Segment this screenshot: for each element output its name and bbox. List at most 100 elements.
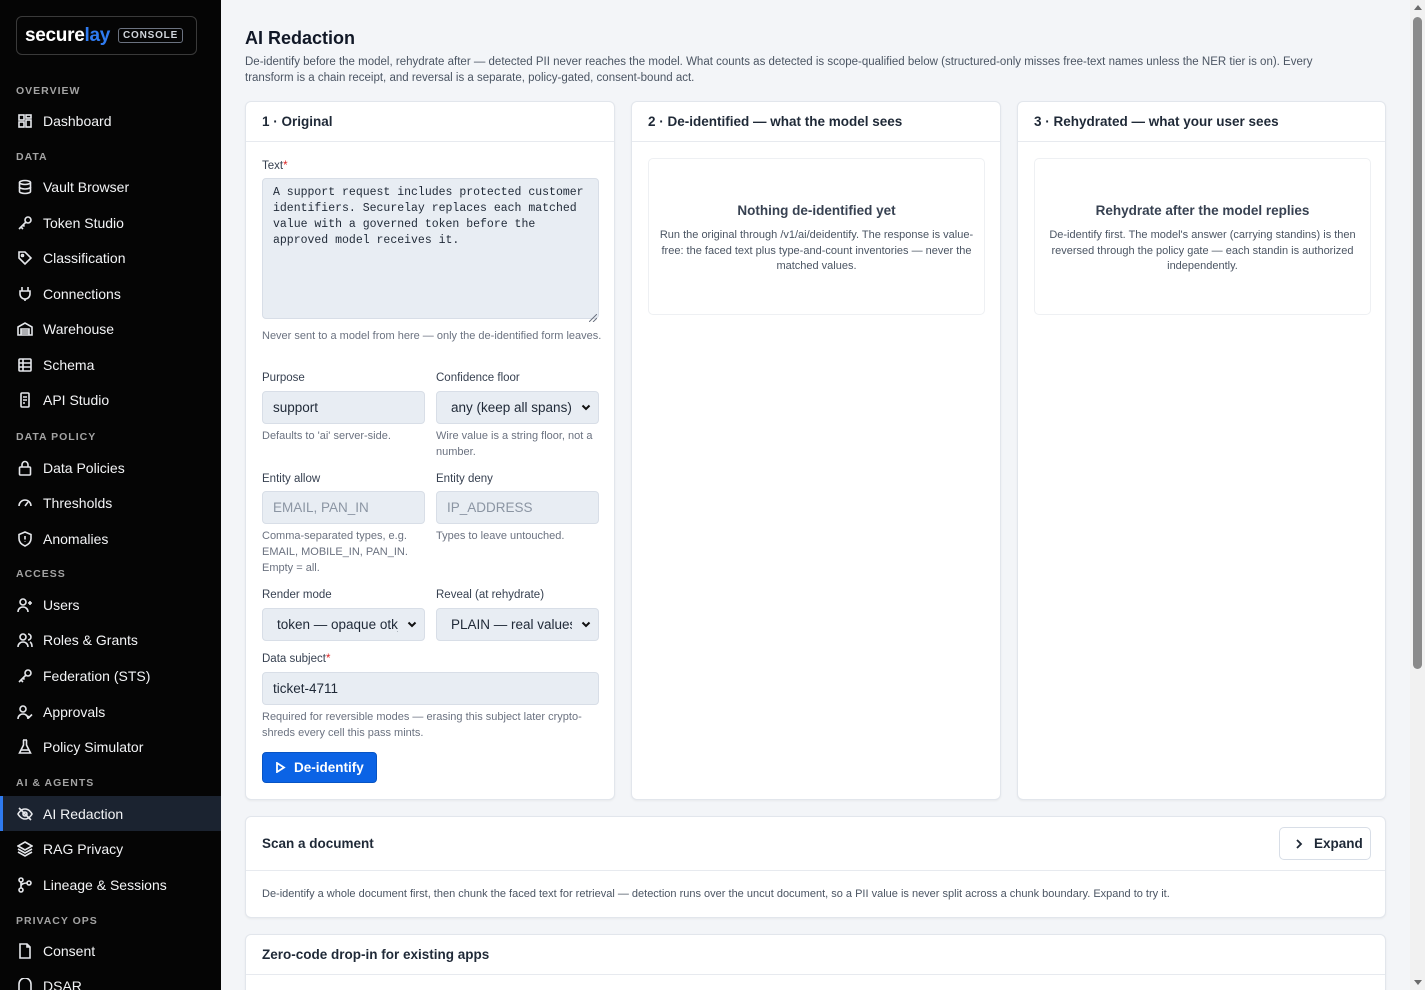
sidebar-item-rag-privacy[interactable]: RAG Privacy — [0, 831, 221, 866]
purpose-label: Purpose — [262, 372, 305, 384]
sidebar-item-label: Warehouse — [43, 320, 115, 337]
section-label-data: DATA — [16, 151, 48, 163]
chevron-down-icon — [580, 618, 592, 630]
original-card-title: 1 · Original — [246, 102, 614, 142]
sidebar-item-approvals[interactable]: Approvals — [0, 694, 221, 729]
layers-icon — [17, 840, 33, 857]
sidebar-item-label: Lineage & Sessions — [43, 876, 167, 893]
reveal-select[interactable]: PLAIN — real values — [436, 608, 599, 641]
sidebar-item-label: Federation (STS) — [43, 667, 151, 684]
text-label: Text* — [262, 160, 288, 172]
sidebar-item-dsar[interactable]: DSAR — [0, 968, 221, 990]
database-icon — [17, 179, 33, 195]
sidebar-item-data-policies[interactable]: Data Policies — [0, 450, 221, 485]
confidence-value: any (keep all spans) — [451, 400, 572, 415]
sidebar-item-connections[interactable]: Connections — [0, 276, 221, 311]
sidebar-item-label: Vault Browser — [43, 178, 130, 195]
sidebar-item-label: Roles & Grants — [43, 631, 138, 648]
sidebar-item-label: Schema — [43, 356, 95, 373]
deidentified-empty-state: Nothing de-identified yet Run the origin… — [648, 158, 985, 315]
scroll-up-arrow-icon[interactable] — [1414, 5, 1422, 10]
sidebar-item-anomalies[interactable]: Anomalies — [0, 521, 221, 556]
page-scrollbar[interactable] — [1410, 0, 1425, 990]
sidebar-item-ai-redaction[interactable]: AI Redaction — [0, 796, 221, 831]
confidence-help: Wire value is a string floor, not a numb… — [436, 430, 593, 458]
sidebar-item-schema[interactable]: Schema — [0, 347, 221, 382]
sidebar-item-label: Connections — [43, 285, 121, 302]
main-content: AI Redaction De-identify before the mode… — [221, 0, 1410, 990]
sidebar-item-vault-browser[interactable]: Vault Browser — [0, 169, 221, 204]
deidentified-card: 2 · De-identified — what the model sees … — [631, 101, 1001, 800]
sidebar-item-consent[interactable]: Consent — [0, 933, 221, 968]
sidebar-item-thresholds[interactable]: Thresholds — [0, 485, 221, 520]
sidebar-item-policy-simulator[interactable]: Policy Simulator — [0, 729, 221, 764]
sidebar-item-dashboard[interactable]: Dashboard — [0, 103, 221, 138]
lineage-icon — [17, 876, 33, 893]
table-icon — [17, 357, 33, 373]
sidebar-item-label: Data Policies — [43, 459, 125, 476]
logo[interactable]: securelay CONSOLE — [16, 16, 197, 55]
entity-deny-input[interactable]: IP_ADDRESS — [436, 491, 599, 524]
sidebar-item-warehouse[interactable]: Warehouse — [0, 311, 221, 346]
user-plus-icon — [17, 597, 33, 613]
entity-allow-input[interactable]: EMAIL, PAN_IN — [262, 491, 425, 524]
entity-allow-help: Comma-separated types, e.g. EMAIL, MOBIL… — [262, 530, 408, 574]
rehydrated-empty-title: Rehydrate after the model replies — [1095, 203, 1310, 218]
sidebar-item-label: Anomalies — [43, 530, 109, 547]
page-title: AI Redaction — [245, 28, 356, 48]
flask-icon — [17, 738, 33, 755]
sidebar-item-lineage-sessions[interactable]: Lineage & Sessions — [0, 867, 221, 902]
scroll-thumb[interactable] — [1413, 17, 1422, 669]
section-label-overview: OVERVIEW — [16, 85, 81, 97]
render-mode-select[interactable]: token — opaque otk_ — [262, 608, 425, 641]
document-icon — [17, 942, 33, 959]
scroll-down-arrow-icon[interactable] — [1414, 980, 1422, 985]
deidentify-button[interactable]: De-identify — [262, 752, 377, 783]
entity-allow-label: Entity allow — [262, 473, 321, 485]
tag-icon — [17, 250, 33, 266]
alert-shield-icon — [17, 530, 33, 547]
rehydrated-card: 3 · Rehydrated — what your user sees Reh… — [1017, 101, 1386, 800]
reveal-label: Reveal (at rehydrate) — [436, 589, 545, 601]
console-badge: CONSOLE — [117, 28, 184, 43]
purpose-input[interactable]: support — [262, 391, 425, 424]
data-subject-input[interactable]: ticket-4711 — [262, 672, 599, 705]
sidebar-item-label: Token Studio — [43, 214, 124, 231]
page-description: De-identify before the model, rehydrate … — [245, 56, 1313, 84]
dropin-card: Zero-code drop-in for existing apps — [245, 934, 1386, 990]
resize-handle[interactable] — [588, 309, 598, 323]
reveal-value: PLAIN — real values — [451, 617, 572, 632]
sidebar-item-label: AI Redaction — [43, 805, 124, 822]
sidebar-item-token-studio[interactable]: Token Studio — [0, 205, 221, 240]
section-label-data-policy: DATA POLICY — [16, 431, 97, 443]
sidebar-item-federation[interactable]: Federation (STS) — [0, 658, 221, 693]
confidence-label: Confidence floor — [436, 372, 520, 384]
sidebar-item-label: Policy Simulator — [43, 738, 144, 755]
text-help: Never sent to a model from here — only t… — [262, 330, 602, 342]
rehydrated-empty-body: De-identify first. The model's answer (c… — [1049, 229, 1356, 272]
render-mode-label: Render mode — [262, 589, 332, 601]
warehouse-icon — [17, 321, 33, 337]
original-text-input[interactable]: A support request includes protected cus… — [262, 178, 599, 319]
sidebar-item-roles-grants[interactable]: Roles & Grants — [0, 622, 221, 657]
sidebar: securelay CONSOLE OVERVIEW Dashboard DAT… — [0, 0, 221, 990]
sidebar-item-label: Dashboard — [43, 112, 112, 129]
scan-document-body: De-identify a whole document first, then… — [262, 888, 1170, 900]
entity-deny-help: Types to leave untouched. — [436, 530, 565, 542]
key-icon — [17, 215, 33, 231]
sidebar-item-label: DSAR — [43, 977, 82, 990]
sidebar-item-users[interactable]: Users — [0, 587, 221, 622]
scan-document-title: Scan a document — [246, 817, 1385, 871]
expand-button[interactable]: Expand — [1279, 827, 1371, 860]
sidebar-item-classification[interactable]: Classification — [0, 240, 221, 275]
sidebar-item-api-studio[interactable]: API Studio — [0, 382, 221, 417]
deidentified-empty-title: Nothing de-identified yet — [737, 203, 896, 218]
user-check-icon — [17, 704, 33, 720]
purpose-help: Defaults to 'ai' server-side. — [262, 430, 391, 442]
confidence-select[interactable]: any (keep all spans) — [436, 391, 599, 424]
sidebar-item-label: Users — [43, 596, 80, 613]
entity-deny-label: Entity deny — [436, 473, 493, 485]
deidentify-button-label: De-identify — [294, 760, 364, 775]
sidebar-item-label: API Studio — [43, 391, 110, 408]
chevron-down-icon — [406, 618, 418, 630]
